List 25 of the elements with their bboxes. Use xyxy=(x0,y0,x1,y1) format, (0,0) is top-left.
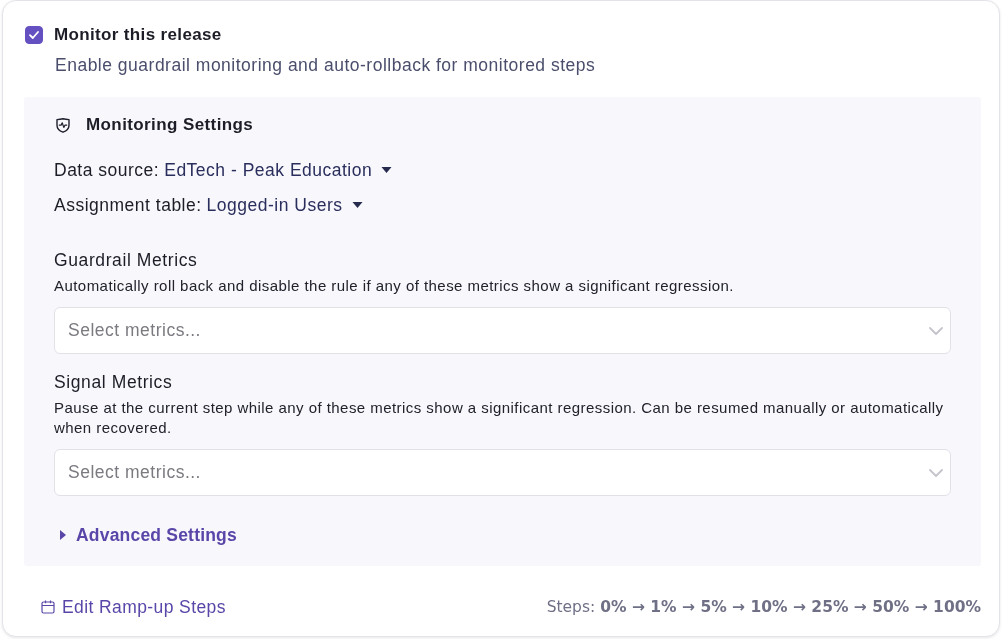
caret-icon xyxy=(60,530,66,540)
select-field[interactable]: Select metrics... xyxy=(54,307,951,354)
section-heading: Signal Metrics xyxy=(54,371,174,394)
field-label: Data source: xyxy=(54,159,160,181)
checkmark-icon xyxy=(29,31,39,39)
description-text: Enable guardrail monitoring and auto-rollback for monitored steps xyxy=(55,54,597,77)
edit-steps-link[interactable]: Edit Ramp-up Steps xyxy=(41,596,226,618)
calendar-icon xyxy=(41,600,55,614)
dropdown-button[interactable]: EdTech - Peak Education xyxy=(164,159,393,181)
field-label: Assignment table: xyxy=(54,194,202,216)
checkbox-label: Monitor this release xyxy=(54,25,222,45)
shield-icon xyxy=(56,117,70,133)
caret-icon xyxy=(381,167,393,173)
chevron-icon xyxy=(929,327,943,335)
checkbox[interactable] xyxy=(25,26,43,44)
section-title: Monitoring Settings xyxy=(86,115,254,135)
steps-summary: Steps: 0% → 1% → 5% → 10% → 25% → 50% → 100% xyxy=(546,598,981,616)
section-heading: Guardrail Metrics xyxy=(54,249,199,272)
advanced-settings-toggle[interactable]: Advanced Settings xyxy=(54,523,237,547)
help-text: Pause at the current step while any of these metrics show a significant regression. Can be resumed manually or automatically when recovered. xyxy=(54,398,945,438)
caret-icon xyxy=(351,202,363,208)
dropdown-button[interactable]: Logged-in Users xyxy=(206,194,363,216)
help-text: Automatically roll back and disable the rule if any of these metrics show a significant regression. xyxy=(54,276,735,296)
chevron-icon xyxy=(929,469,943,477)
select-field[interactable]: Select metrics... xyxy=(54,449,951,496)
